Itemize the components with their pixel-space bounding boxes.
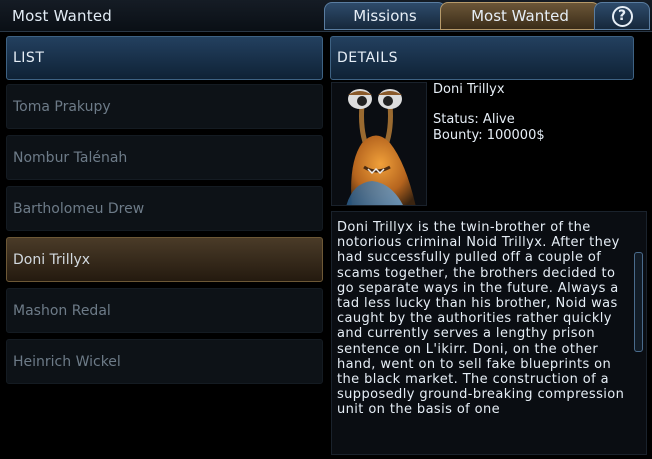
- list-item-selected[interactable]: Doni Trillyx: [6, 237, 323, 282]
- list-item-name: Toma Prakupy: [13, 98, 111, 115]
- target-status: Status: Alive: [433, 112, 515, 127]
- list-item[interactable]: Nombur Talénah: [6, 135, 323, 180]
- tab-missions[interactable]: Missions: [324, 2, 446, 30]
- details-header: DETAILS: [330, 36, 634, 80]
- description-panel: Doni Trillyx is the twin-brother of the …: [331, 211, 647, 455]
- tab-missions-label: Missions: [353, 7, 417, 25]
- description-scrollbar[interactable]: [634, 252, 643, 352]
- list-header: LIST: [6, 36, 323, 80]
- list-item-name: Nombur Talénah: [13, 149, 128, 166]
- list-item-name: Bartholomeu Drew: [13, 200, 145, 217]
- target-bounty: Bounty: 100000$: [433, 128, 545, 143]
- details-info: Doni Trillyx Status: Alive Bounty: 10000…: [433, 82, 633, 144]
- details-header-label: DETAILS: [337, 50, 398, 66]
- list-item[interactable]: Heinrich Wickel: [6, 339, 323, 384]
- tab-most-wanted-label: Most Wanted: [471, 7, 569, 25]
- help-icon: ?: [611, 5, 633, 27]
- list-item-name: Mashon Redal: [13, 302, 111, 319]
- target-name: Doni Trillyx: [433, 82, 505, 97]
- wanted-list: Toma Prakupy Nombur Talénah Bartholomeu …: [6, 84, 323, 390]
- list-item[interactable]: Bartholomeu Drew: [6, 186, 323, 231]
- help-button[interactable]: ?: [594, 2, 650, 30]
- alien-portrait-image: [332, 83, 426, 205]
- list-header-label: LIST: [13, 50, 45, 66]
- description-text: Doni Trillyx is the twin-brother of the …: [337, 220, 625, 418]
- tab-most-wanted[interactable]: Most Wanted: [440, 2, 600, 30]
- window-title: Most Wanted: [12, 7, 112, 25]
- list-item[interactable]: Toma Prakupy: [6, 84, 323, 129]
- list-item[interactable]: Mashon Redal: [6, 288, 323, 333]
- portrait: [331, 82, 427, 206]
- list-item-name: Heinrich Wickel: [13, 353, 121, 370]
- list-item-name: Doni Trillyx: [13, 251, 91, 268]
- help-icon-glyph: ?: [617, 8, 627, 24]
